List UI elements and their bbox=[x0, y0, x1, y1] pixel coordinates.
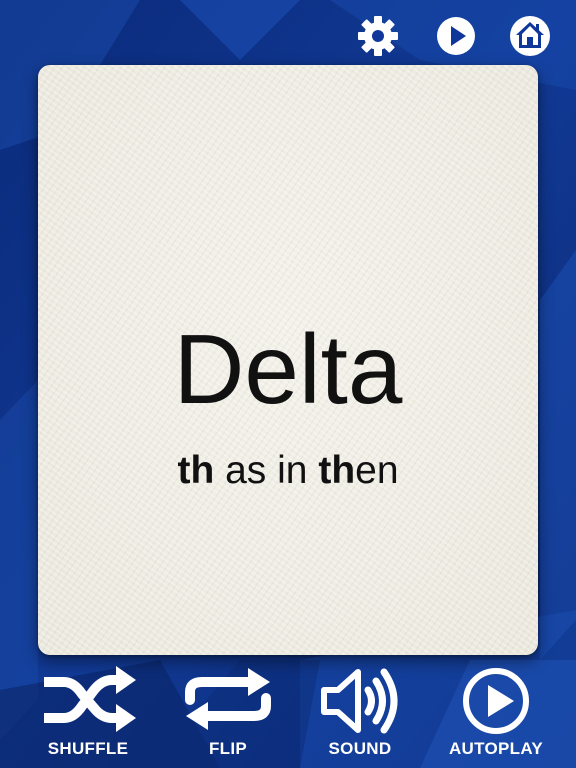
card-pronunciation-hint: th as in then bbox=[38, 451, 538, 490]
home-button[interactable] bbox=[508, 14, 552, 58]
hint-bold-1: th bbox=[177, 449, 215, 492]
hint-plain-2: en bbox=[355, 449, 399, 492]
repeat-icon bbox=[185, 668, 271, 730]
flip-label: FLIP bbox=[208, 739, 248, 758]
autoplay-label: AUTOPLAY bbox=[448, 739, 544, 758]
play-button[interactable] bbox=[434, 14, 478, 58]
gear-icon bbox=[358, 16, 398, 56]
home-icon bbox=[510, 16, 550, 56]
play-circle-icon bbox=[437, 17, 475, 55]
shuffle-button[interactable]: SHUFFLE bbox=[22, 660, 154, 768]
card-word: Delta bbox=[173, 314, 403, 424]
flash-card[interactable]: Delta th as in then bbox=[38, 65, 538, 655]
flip-button[interactable]: FLIP bbox=[162, 660, 294, 768]
hint-bold-2: th bbox=[318, 449, 356, 492]
sound-button[interactable]: SOUND bbox=[306, 660, 414, 768]
sound-label: SOUND bbox=[328, 739, 392, 758]
play-circle-icon bbox=[463, 668, 529, 734]
hint-plain-1: as in bbox=[214, 449, 319, 492]
shuffle-label: SHUFFLE bbox=[47, 739, 129, 758]
autoplay-button[interactable]: AUTOPLAY bbox=[428, 660, 564, 768]
shuffle-icon bbox=[44, 666, 136, 732]
settings-button[interactable] bbox=[356, 14, 400, 58]
speaker-icon bbox=[321, 668, 398, 734]
